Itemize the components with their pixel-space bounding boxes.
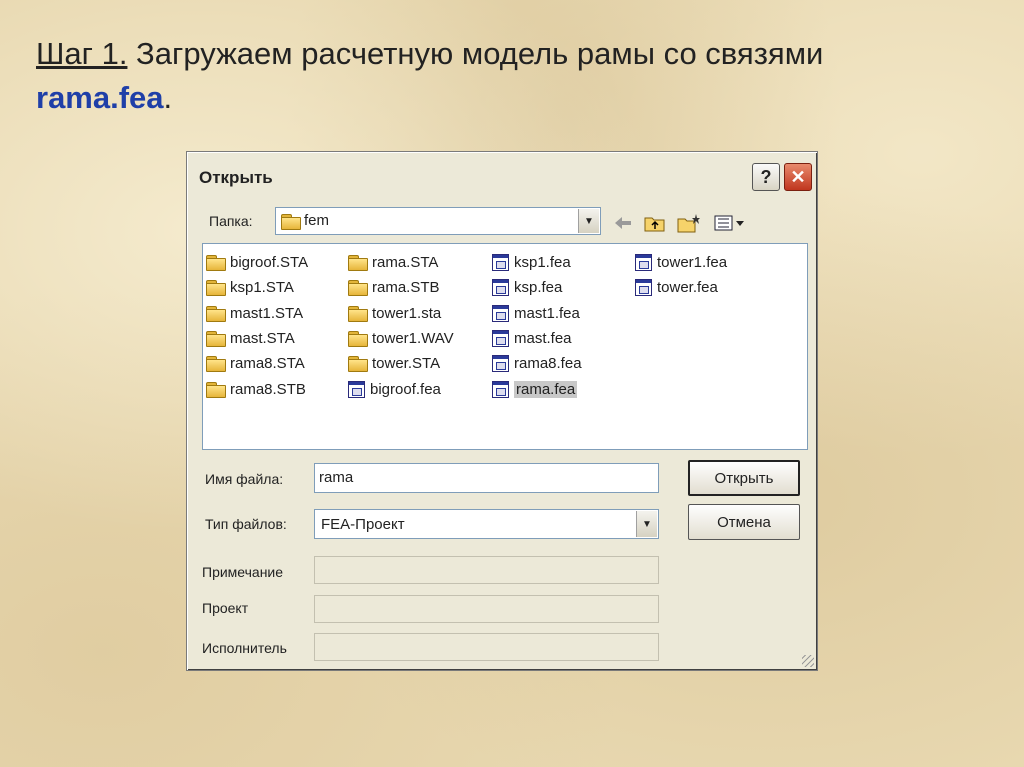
folder-icon bbox=[281, 214, 301, 230]
list-item[interactable]: mast1.fea bbox=[492, 301, 582, 326]
list-item[interactable]: tower.fea bbox=[635, 275, 727, 300]
list-item[interactable]: bigroof.fea bbox=[348, 376, 454, 401]
author-field bbox=[314, 633, 659, 661]
filename-value: rama bbox=[319, 469, 354, 486]
fea-file-icon bbox=[635, 279, 652, 297]
chevron-down-icon[interactable]: ▼ bbox=[578, 209, 599, 233]
view-menu-icon bbox=[714, 215, 744, 231]
list-item[interactable]: rama8.STA bbox=[206, 351, 308, 376]
slide-title: Шаг 1. Загружаем расчетную модель рамы с… bbox=[36, 32, 996, 120]
fea-file-icon bbox=[635, 254, 652, 272]
list-item[interactable]: mast.fea bbox=[492, 326, 582, 351]
fea-file-icon bbox=[348, 380, 365, 398]
folder-icon bbox=[206, 280, 226, 297]
slide-period: . bbox=[163, 80, 173, 115]
slide-filename: rama.fea bbox=[36, 80, 164, 115]
fea-file-icon bbox=[492, 330, 509, 348]
new-folder-button[interactable] bbox=[677, 212, 701, 234]
fea-file-icon bbox=[492, 254, 509, 272]
filetype-label: Тип файлов: bbox=[205, 516, 287, 532]
folder-icon bbox=[348, 305, 368, 322]
view-menu-button[interactable] bbox=[713, 212, 747, 234]
folder-icon bbox=[348, 255, 368, 272]
open-button[interactable]: Открыть bbox=[688, 460, 800, 496]
help-icon: ? bbox=[760, 166, 772, 187]
folder-icon bbox=[348, 356, 368, 373]
resize-grip[interactable] bbox=[802, 655, 814, 667]
list-item[interactable]: tower1.WAV bbox=[348, 326, 454, 351]
filename-label: Имя файла: bbox=[205, 471, 284, 487]
chevron-down-icon[interactable]: ▼ bbox=[636, 511, 657, 537]
dialog-titlebar: Открыть ? ✕ bbox=[190, 155, 814, 199]
project-label: Проект bbox=[202, 600, 249, 616]
cancel-button[interactable]: Отмена bbox=[688, 504, 800, 540]
list-item[interactable]: rama.STA bbox=[348, 250, 454, 275]
list-item[interactable]: ksp1.fea bbox=[492, 250, 582, 275]
new-folder-icon bbox=[677, 214, 700, 233]
file-column-4: tower1.fea tower.fea bbox=[635, 250, 727, 301]
note-label: Примечание bbox=[202, 564, 284, 580]
list-item[interactable]: tower.STA bbox=[348, 351, 454, 376]
list-item[interactable]: ksp1.STA bbox=[206, 275, 308, 300]
folder-icon bbox=[206, 356, 226, 373]
folder-icon bbox=[348, 331, 368, 348]
folder-label: Папка: bbox=[209, 213, 253, 229]
list-item[interactable]: mast1.STA bbox=[206, 301, 308, 326]
note-field bbox=[314, 556, 659, 584]
project-field bbox=[314, 595, 659, 623]
list-item[interactable]: mast.STA bbox=[206, 326, 308, 351]
arrow-left-icon bbox=[615, 217, 631, 229]
list-item[interactable]: rama.STB bbox=[348, 275, 454, 300]
file-column-1: bigroof.STA ksp1.STA mast1.STA mast.STA … bbox=[206, 250, 308, 402]
filename-input[interactable]: rama bbox=[314, 463, 659, 493]
list-item[interactable]: rama8.STB bbox=[206, 376, 308, 401]
folder-up-icon bbox=[644, 217, 665, 232]
close-icon: ✕ bbox=[790, 166, 806, 187]
folder-icon bbox=[206, 331, 226, 348]
file-list[interactable]: bigroof.STA ksp1.STA mast1.STA mast.STA … bbox=[202, 243, 808, 450]
file-column-2: rama.STA rama.STB tower1.sta tower1.WAV … bbox=[348, 250, 454, 402]
slide-text: Загружаем расчетную модель рамы со связя… bbox=[127, 36, 824, 71]
fea-file-icon bbox=[492, 355, 509, 373]
slide-step: Шаг 1. bbox=[36, 36, 128, 71]
list-item[interactable]: rama8.fea bbox=[492, 351, 582, 376]
back-button[interactable] bbox=[611, 212, 635, 234]
help-button[interactable]: ? bbox=[752, 163, 780, 191]
folder-icon bbox=[206, 381, 226, 398]
close-button[interactable]: ✕ bbox=[784, 163, 812, 191]
list-item[interactable]: tower1.sta bbox=[348, 301, 454, 326]
list-item[interactable]: tower1.fea bbox=[635, 250, 727, 275]
folder-up-button[interactable] bbox=[643, 212, 667, 234]
dialog-title: Открыть bbox=[199, 168, 273, 187]
fea-file-icon bbox=[492, 304, 509, 322]
filetype-combo[interactable]: FEA-Проект ▼ bbox=[314, 509, 659, 539]
author-label: Исполнитель bbox=[202, 640, 287, 656]
list-item[interactable]: ksp.fea bbox=[492, 275, 582, 300]
list-item-selected[interactable]: rama.fea bbox=[492, 376, 582, 401]
fea-file-icon bbox=[492, 380, 509, 398]
open-dialog: Открыть ? ✕ Папка: fem ▼ bigroof.STA ksp… bbox=[186, 151, 818, 671]
list-item[interactable]: bigroof.STA bbox=[206, 250, 308, 275]
folder-icon bbox=[206, 255, 226, 272]
filetype-value: FEA-Проект bbox=[321, 516, 405, 533]
folder-icon bbox=[348, 280, 368, 297]
folder-value: fem bbox=[304, 212, 330, 229]
folder-icon bbox=[206, 305, 226, 322]
file-column-3: ksp1.fea ksp.fea mast1.fea mast.fea rama… bbox=[492, 250, 582, 402]
folder-combo[interactable]: fem ▼ bbox=[275, 207, 601, 235]
fea-file-icon bbox=[492, 279, 509, 297]
